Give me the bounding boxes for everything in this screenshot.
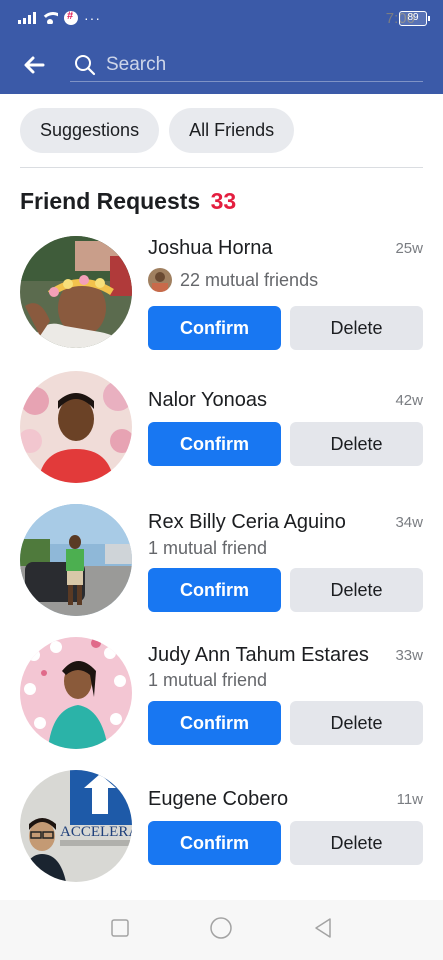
mutual-friends: 1 mutual friend [148, 670, 267, 691]
mutual-friends: 22 mutual friends [148, 268, 318, 292]
recent-apps-icon[interactable] [110, 918, 130, 943]
battery-icon: 89 [399, 10, 430, 26]
status-bar: 7:00 ··· 89 [0, 0, 443, 36]
section-title-text: Friend Requests [20, 188, 201, 214]
delete-button[interactable]: Delete [290, 821, 423, 865]
wifi-icon [42, 12, 58, 24]
delete-button[interactable]: Delete [290, 422, 423, 466]
delete-button[interactable]: Delete [290, 306, 423, 350]
search-bar[interactable] [70, 48, 423, 82]
app-bar [0, 36, 443, 94]
back-nav-icon[interactable] [313, 917, 333, 944]
confirm-button[interactable]: Confirm [148, 568, 281, 612]
suggestions-chip[interactable]: Suggestions [20, 108, 160, 153]
filter-chips: Suggestions All Friends [20, 108, 295, 153]
avatar[interactable] [20, 504, 132, 616]
confirm-button[interactable]: Confirm [148, 306, 281, 350]
requester-name[interactable]: Nalor Yonoas [148, 389, 267, 412]
mutual-friends-text: 1 mutual friend [148, 538, 268, 558]
delete-button[interactable]: Delete [290, 701, 423, 745]
search-icon [75, 54, 96, 75]
confirm-button[interactable]: Confirm [148, 422, 281, 466]
requester-name[interactable]: Judy Ann Tahum Estares [148, 644, 369, 667]
request-age: 34w [395, 514, 423, 531]
divider [20, 167, 423, 168]
mutual-friends-text: 22 mutual friends [180, 269, 319, 290]
request-age: 42w [395, 392, 423, 409]
system-nav-bar [0, 900, 443, 960]
mutual-friends: 1 mutual friend [148, 538, 267, 559]
request-count: 33 [210, 188, 237, 214]
home-icon[interactable] [209, 916, 233, 945]
request-age: 11w [396, 791, 423, 808]
request-age: 33w [395, 647, 423, 664]
all-friends-chip[interactable]: All Friends [169, 108, 295, 153]
slack-icon [64, 10, 78, 25]
avatar[interactable]: ACCELERAT [20, 770, 132, 882]
requester-name[interactable]: Eugene Cobero [148, 788, 288, 811]
avatar[interactable] [20, 637, 132, 749]
delete-button[interactable]: Delete [290, 568, 423, 612]
mutual-friends-text: 1 mutual friend [148, 670, 268, 690]
requester-name[interactable]: Rex Billy Ceria Aguino [148, 511, 346, 534]
back-arrow-icon[interactable] [22, 53, 46, 77]
more-notifications-icon: ··· [84, 10, 101, 26]
avatar-sign-text: ACCELERAT [60, 824, 132, 840]
confirm-button[interactable]: Confirm [148, 701, 281, 745]
section-title: Friend Requests 33 [20, 188, 236, 215]
avatar[interactable] [20, 236, 132, 348]
signal-icon [18, 12, 36, 24]
search-input[interactable] [106, 53, 406, 76]
confirm-button[interactable]: Confirm [148, 821, 281, 865]
request-age: 25w [395, 240, 423, 257]
mutual-friend-avatar [148, 268, 172, 292]
avatar[interactable] [20, 371, 132, 483]
requester-name[interactable]: Joshua Horna [148, 237, 273, 260]
